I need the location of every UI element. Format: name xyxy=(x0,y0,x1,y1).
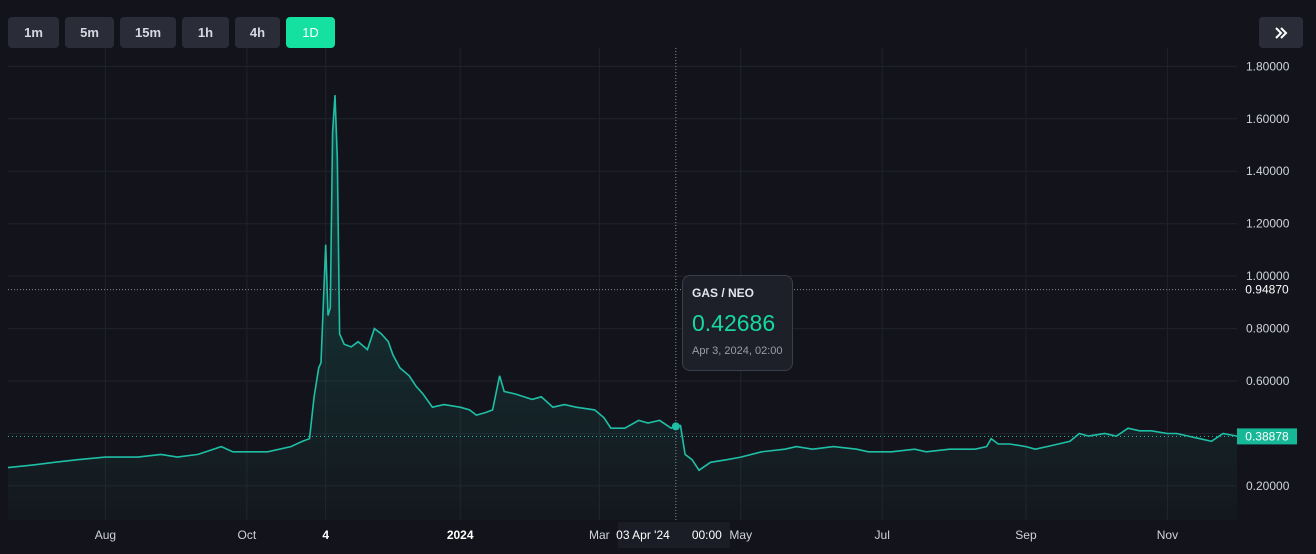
crosshair-point xyxy=(671,422,680,431)
tooltip-date: Apr 3, 2024, 02:00 xyxy=(692,345,783,357)
tooltip-price: 0.42686 xyxy=(692,310,776,336)
last-price-label: 0.38878 xyxy=(1245,429,1289,443)
x-tick-label: Mar xyxy=(589,528,610,542)
y-tick-label: 1.40000 xyxy=(1246,164,1290,178)
x-tick-label: Sep xyxy=(1015,528,1037,542)
y-tick-label: 1.20000 xyxy=(1246,217,1290,231)
price-chart[interactable]: 0.200000.400000.600000.800001.000001.200… xyxy=(0,0,1316,554)
price-line xyxy=(7,95,1238,472)
y-tick-label: 1.60000 xyxy=(1246,112,1290,126)
x-tick-label: Aug xyxy=(95,528,116,542)
x-tick-label: 4 xyxy=(322,528,329,542)
price-area xyxy=(8,95,1237,520)
x-tick-label: Jul xyxy=(875,528,890,542)
y-tick-label: 0.20000 xyxy=(1246,479,1290,493)
crosshair-y-label: 0.94870 xyxy=(1245,283,1289,297)
x-tick-label: Oct xyxy=(238,528,257,542)
x-tick-label: May xyxy=(729,528,752,542)
y-tick-label: 0.60000 xyxy=(1246,374,1290,388)
crosshair-x-date: 03 Apr '24 xyxy=(616,528,670,542)
price-tooltip: GAS / NEO 0.42686 Apr 3, 2024, 02:00 xyxy=(682,275,793,371)
y-tick-label: 1.00000 xyxy=(1246,269,1290,283)
tooltip-pair: GAS / NEO xyxy=(692,286,755,300)
x-tick-label: 2024 xyxy=(447,528,474,542)
y-tick-label: 1.80000 xyxy=(1246,59,1290,73)
crosshair-x-time: 00:00 xyxy=(692,528,722,542)
y-tick-label: 0.80000 xyxy=(1246,322,1290,336)
x-tick-label: Nov xyxy=(1157,528,1178,542)
